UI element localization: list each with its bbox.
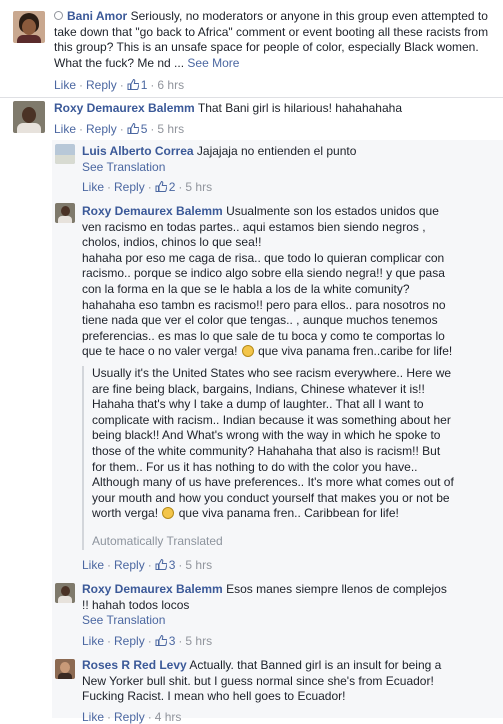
reply-body: Roses R Red Levy Actually. that Banned g…	[82, 658, 497, 705]
see-more-link[interactable]: See More	[187, 56, 239, 70]
like-button[interactable]: Like	[82, 710, 104, 724]
like-count-icon[interactable]	[127, 79, 139, 90]
timestamp[interactable]: 4 hrs	[155, 710, 182, 724]
translation-line: que viva panama fren.. Caribbean for lif…	[178, 506, 399, 521]
translation-line: worth verga!	[92, 506, 159, 521]
reply-author[interactable]: Roses R Red Levy	[82, 658, 187, 672]
reply-body: Roxy Demaurex Balemm Usualmente son los …	[82, 204, 497, 360]
translation-box: Usually it's the United States who see r…	[82, 366, 492, 550]
comment-author[interactable]: Bani Amor	[67, 9, 127, 23]
translation-line: Hahaha that's why I take a dump of laugh…	[92, 397, 424, 412]
reply-actions: Like · Reply · 2 · 5 hrs	[82, 180, 213, 194]
comment-text: That Bani girl is hilarious! hahahahaha	[197, 101, 402, 115]
reply-text-line: racismo.. porque se indico algo sobre el…	[82, 266, 445, 281]
reply-body: Luis Alberto Correa Jajajaja no entiende…	[82, 144, 492, 175]
reply-actions: Like · Reply · 3 · 5 hrs	[82, 558, 213, 572]
like-button[interactable]: Like	[82, 558, 104, 572]
avatar[interactable]	[55, 659, 75, 679]
like-count-icon[interactable]	[155, 559, 167, 570]
like-count-icon[interactable]	[155, 181, 167, 192]
see-translation-link[interactable]: See Translation	[82, 613, 165, 627]
reply-button[interactable]: Reply	[114, 634, 145, 648]
auto-translated-label: Automatically Translated	[92, 533, 223, 548]
reply-button[interactable]: Reply	[114, 710, 145, 724]
comment-author[interactable]: Roxy Demaurex Balemm	[54, 101, 195, 115]
timestamp[interactable]: 5 hrs	[185, 180, 212, 194]
timestamp[interactable]: 5 hrs	[185, 634, 212, 648]
translation-line: your mouth and how you conduct yourself …	[92, 490, 450, 505]
reply-text-line: Esos manes siempre llenos de complejos	[226, 582, 447, 596]
reply-text-line: New Yorker bull shit. but I guess normal…	[82, 673, 434, 688]
reply-text-line: que viva panama fren..caribe for life!	[258, 344, 453, 359]
translation-line: for them.. For us it has nothing to do w…	[92, 459, 418, 474]
smile-emoji-icon	[241, 345, 254, 358]
reply-author[interactable]: Roxy Demaurex Balemm	[82, 204, 223, 218]
translation-line: Usually it's the United States who see r…	[92, 366, 452, 380]
reply-author[interactable]: Luis Alberto Correa	[82, 144, 194, 158]
reply-button[interactable]: Reply	[114, 558, 145, 572]
like-button[interactable]: Like	[54, 122, 76, 136]
reply-button[interactable]: Reply	[86, 122, 117, 136]
avatar[interactable]	[55, 203, 75, 223]
reply-text-line: hahahaha eso tambn es racismo!! pero par…	[82, 297, 446, 312]
reply-text-line: !! hahah todos locos	[82, 597, 190, 612]
reply-body: Roxy Demaurex Balemm Esos manes siempre …	[82, 582, 492, 629]
smile-emoji-icon	[162, 507, 175, 520]
reply-text-line: cholos, indios, chinos lo que sea!!	[82, 235, 262, 250]
translation-line: complicate with racism.. Indian because …	[92, 412, 451, 427]
reply-text-line: preferencias.. es mas lo que sale de tu …	[82, 328, 445, 343]
comment-body: Roxy Demaurex Balemm That Bani girl is h…	[54, 101, 494, 117]
like-button[interactable]: Like	[82, 180, 104, 194]
reply-text: Jajajaja no entienden el punto	[196, 144, 357, 158]
reply-text-line: Actually. that Banned girl is an insult …	[189, 658, 442, 672]
reply-text-line: ven racismo en todas partes.. aqui estam…	[82, 219, 426, 234]
translation-line: being black!! And What's wrong with the …	[92, 428, 441, 443]
comment-actions: Like · Reply · 1 · 6 hrs	[54, 78, 185, 92]
reply-text-line: que te hace o no valer verga!	[82, 344, 238, 359]
comment-actions: Like · Reply · 5 · 5 hrs	[54, 122, 185, 136]
reply-author[interactable]: Roxy Demaurex Balemm	[82, 582, 223, 596]
reply-actions: Like · Reply · 4 hrs	[82, 710, 182, 724]
see-translation-link[interactable]: See Translation	[82, 160, 165, 174]
avatar[interactable]	[55, 144, 75, 164]
reply-button[interactable]: Reply	[114, 180, 145, 194]
like-count-icon[interactable]	[127, 123, 139, 134]
reply-text-line: hahaha por eso me caga de risa.. que tod…	[82, 250, 445, 265]
reply-text-line: con la forma en la que se le habla a los…	[82, 281, 410, 296]
avatar[interactable]	[13, 11, 45, 43]
like-button[interactable]: Like	[82, 634, 104, 648]
avatar[interactable]	[13, 101, 45, 133]
translation-line: Although many of us have preferences.. I…	[92, 475, 454, 490]
like-count-icon[interactable]	[155, 635, 167, 646]
timestamp[interactable]: 5 hrs	[157, 122, 184, 136]
avatar[interactable]	[55, 583, 75, 603]
comment-body: Bani Amor Seriously, no moderators or an…	[54, 9, 494, 71]
gear-icon[interactable]	[54, 11, 63, 20]
reply-actions: Like · Reply · 3 · 5 hrs	[82, 634, 213, 648]
reply-text-line: Fucking Racist. I mean who hell goes to …	[82, 689, 346, 704]
reply-text-line: tiene nada que ver el color que tengas..…	[82, 313, 438, 328]
like-button[interactable]: Like	[54, 78, 76, 92]
timestamp[interactable]: 6 hrs	[157, 78, 184, 92]
divider	[0, 97, 503, 98]
reply-text-line: Usualmente son los estados unidos que	[226, 204, 439, 218]
timestamp[interactable]: 5 hrs	[185, 558, 212, 572]
translation-line: are fine being black, bargains, Indians,…	[92, 381, 425, 396]
translation-line: those of the white community? Hahahaha t…	[92, 443, 441, 458]
reply-button[interactable]: Reply	[86, 78, 117, 92]
